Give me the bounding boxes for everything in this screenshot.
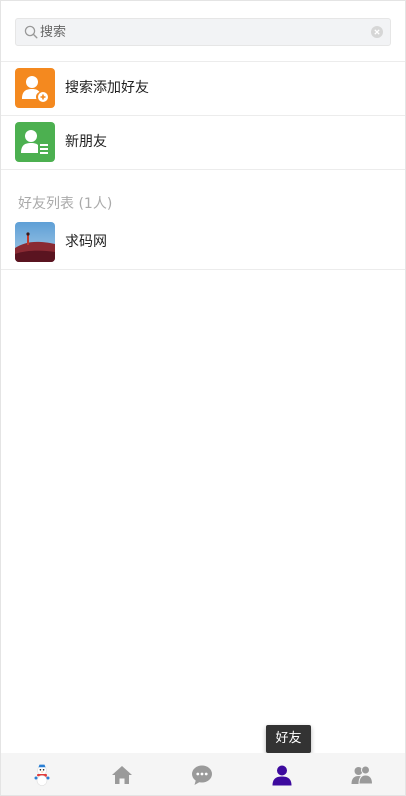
search-box[interactable] (15, 18, 391, 46)
search-bar (1, 1, 405, 62)
tab-tooltip: 好友 (266, 725, 311, 758)
tab-chat[interactable] (162, 753, 242, 795)
clear-icon[interactable] (371, 26, 383, 38)
add-friend-icon (15, 68, 55, 108)
tab-groups[interactable] (322, 753, 402, 795)
tab-friends[interactable] (242, 753, 322, 795)
new-friends-label: 新朋友 (65, 134, 107, 150)
bottom-tab-bar (1, 753, 405, 795)
home-icon (112, 766, 132, 784)
tab-profile[interactable] (2, 753, 82, 795)
group-icon (351, 765, 373, 785)
friend-name: 求码网 (65, 234, 107, 250)
friend-list-title: 好友列表 (1人) (18, 196, 113, 212)
search-input[interactable] (40, 19, 360, 45)
chat-bubble-icon (192, 765, 212, 785)
snowman-avatar-icon (34, 764, 50, 786)
new-friends-item[interactable]: 新朋友 (1, 116, 405, 170)
new-friends-icon (15, 122, 55, 162)
add-friend-item[interactable]: 搜索添加好友 (1, 62, 405, 116)
add-friend-label: 搜索添加好友 (65, 80, 149, 96)
friend-avatar (15, 222, 55, 262)
contacts-page: 搜索添加好友 新朋友 好友列表 (1人) (0, 0, 406, 796)
friend-item[interactable]: 求码网 (1, 216, 405, 270)
tab-home[interactable] (82, 753, 162, 795)
person-icon (272, 765, 292, 786)
search-icon (24, 25, 38, 39)
